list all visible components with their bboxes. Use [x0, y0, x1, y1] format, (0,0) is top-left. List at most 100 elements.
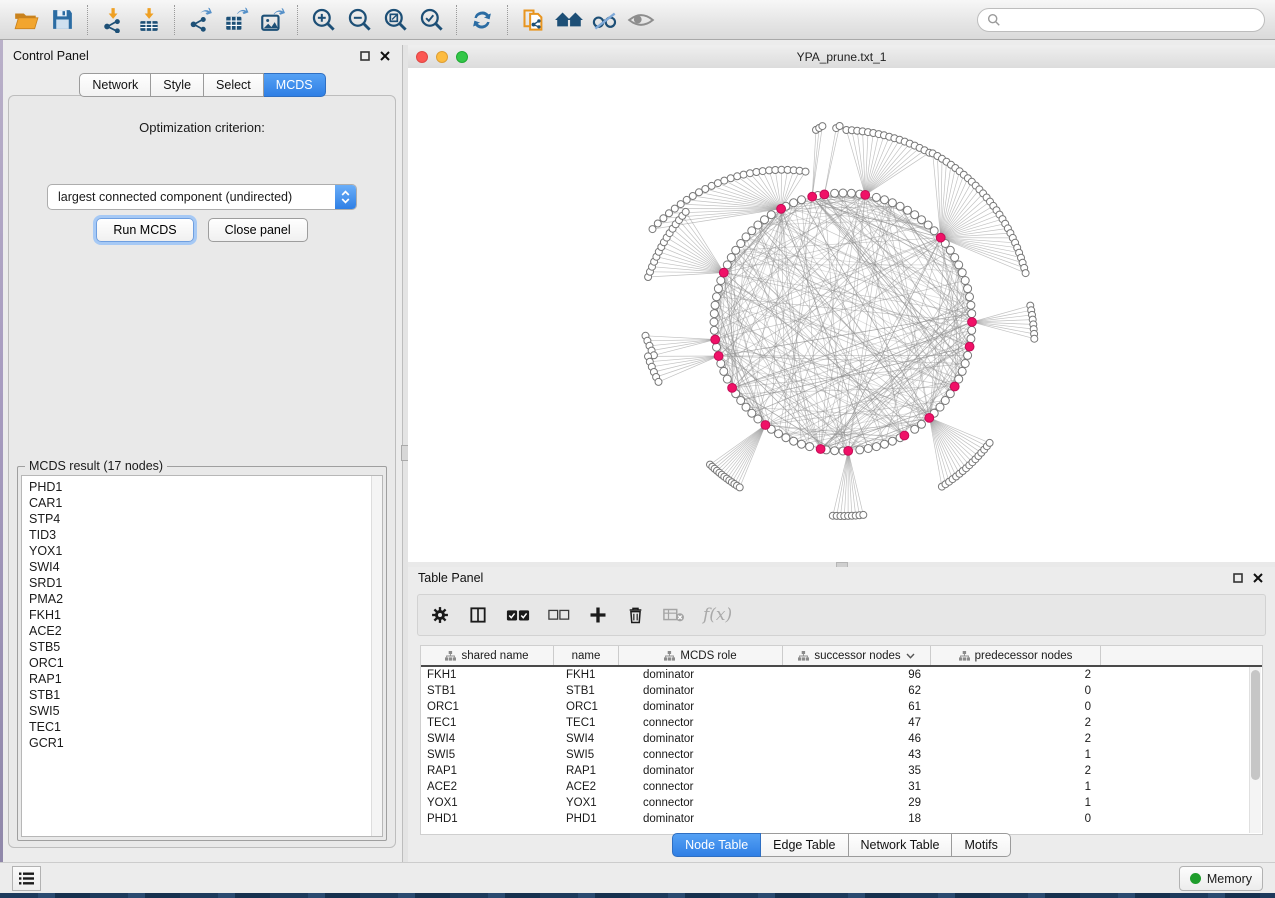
mcds-result-item[interactable]: ORC1: [29, 655, 382, 671]
column-label: shared name: [461, 650, 528, 662]
table-panel-header: Table Panel: [408, 567, 1275, 589]
deselect-all-button[interactable]: [548, 608, 570, 622]
zoom-out-button[interactable]: [341, 3, 377, 37]
zoom-in-button[interactable]: [305, 3, 341, 37]
clone-network-button[interactable]: [515, 3, 551, 37]
mcds-result-item[interactable]: SRD1: [29, 575, 382, 591]
table-settings-button[interactable]: [430, 605, 450, 625]
export-network-button[interactable]: [182, 3, 218, 37]
run-mcds-button[interactable]: Run MCDS: [96, 218, 193, 242]
search-input[interactable]: [1007, 12, 1255, 28]
table-row[interactable]: FKH1FKH1dominator962: [421, 667, 1262, 683]
open-file-button[interactable]: [8, 3, 44, 37]
export-image-button[interactable]: [254, 3, 290, 37]
table-cell: 47: [783, 717, 931, 729]
float-panel-icon[interactable]: [1231, 571, 1245, 585]
column-type-icon: [798, 651, 809, 661]
memory-button[interactable]: Memory: [1179, 866, 1263, 891]
table-panel-title: Table Panel: [418, 571, 483, 585]
close-panel-icon[interactable]: [1251, 571, 1265, 585]
mcds-result-item[interactable]: ACE2: [29, 623, 382, 639]
show-all-button[interactable]: [551, 3, 587, 37]
table-row[interactable]: STB1STB1dominator620: [421, 683, 1262, 699]
column-header-shared-name[interactable]: shared name: [421, 646, 554, 665]
mcds-result-item[interactable]: YOX1: [29, 543, 382, 559]
column-header-name[interactable]: name: [554, 646, 619, 665]
column-type-icon: [664, 651, 675, 661]
tab-style[interactable]: Style: [151, 73, 204, 97]
mcds-result-item[interactable]: STP4: [29, 511, 382, 527]
column-header-mcds-role[interactable]: MCDS role: [619, 646, 783, 665]
import-table-button[interactable]: [131, 3, 167, 37]
tab-network[interactable]: Network: [79, 73, 151, 97]
select-all-button[interactable]: [506, 607, 530, 623]
table-cell: 0: [931, 701, 1101, 713]
mcds-result-item[interactable]: SWI4: [29, 559, 382, 575]
table-cell: 35: [783, 765, 931, 777]
import-network-button[interactable]: [95, 3, 131, 37]
add-row-button[interactable]: [588, 605, 608, 625]
zoom-selected-button[interactable]: [413, 3, 449, 37]
table-scrollbar[interactable]: [1249, 667, 1261, 833]
mcds-result-item[interactable]: STB5: [29, 639, 382, 655]
zoom-fit-button[interactable]: [377, 3, 413, 37]
show-hidden-button[interactable]: [623, 3, 659, 37]
table-row[interactable]: SWI4SWI4dominator462: [421, 731, 1262, 747]
table-row[interactable]: ACE2ACE2connector311: [421, 779, 1262, 795]
table-tabs: Node TableEdge TableNetwork TableMotifs: [672, 833, 1011, 857]
toolbar-separator: [456, 5, 457, 35]
search-box[interactable]: [977, 8, 1265, 32]
network-graph[interactable]: [408, 68, 1275, 562]
table-cell: 61: [783, 701, 931, 713]
optimization-criterion-select[interactable]: largest connected component (undirected): [47, 184, 357, 210]
mcds-list-scrollbar[interactable]: [371, 476, 382, 836]
mcds-result-item[interactable]: SWI5: [29, 703, 382, 719]
mcds-result-item[interactable]: PHD1: [29, 479, 382, 495]
task-history-button[interactable]: [12, 866, 41, 891]
column-label: MCDS role: [680, 650, 736, 662]
refresh-button[interactable]: [464, 3, 500, 37]
table-row[interactable]: SWI5SWI5connector431: [421, 747, 1262, 763]
scrollbar-thumb[interactable]: [1251, 670, 1260, 780]
network-canvas[interactable]: [408, 68, 1275, 562]
search-icon: [987, 13, 1001, 27]
mcds-result-item[interactable]: FKH1: [29, 607, 382, 623]
save-session-button[interactable]: [44, 3, 80, 37]
tab-select[interactable]: Select: [204, 73, 264, 97]
tab-edge-table[interactable]: Edge Table: [761, 833, 848, 857]
float-panel-icon[interactable]: [358, 49, 372, 63]
table-row[interactable]: TEC1TEC1connector472: [421, 715, 1262, 731]
column-header-successor-nodes[interactable]: successor nodes: [783, 646, 931, 665]
table-row[interactable]: RAP1RAP1dominator352: [421, 763, 1262, 779]
table-row[interactable]: PHD1PHD1dominator180: [421, 811, 1262, 827]
toolbar-separator: [507, 5, 508, 35]
table-cell: 1: [931, 781, 1101, 793]
mcds-result-item[interactable]: PMA2: [29, 591, 382, 607]
mcds-result-list[interactable]: PHD1CAR1STP4TID3YOX1SWI4SRD1PMA2FKH1ACE2…: [21, 475, 383, 837]
mcds-result-item[interactable]: RAP1: [29, 671, 382, 687]
list-icon: [19, 872, 34, 885]
table-row[interactable]: YOX1YOX1connector291: [421, 795, 1262, 811]
optimization-criterion-value: largest connected component (undirected): [48, 190, 335, 204]
delete-button[interactable]: [626, 605, 645, 625]
table-cell: PHD1: [554, 813, 619, 825]
mcds-result-item[interactable]: CAR1: [29, 495, 382, 511]
table-row[interactable]: ORC1ORC1dominator610: [421, 699, 1262, 715]
column-header-predecessor-nodes[interactable]: predecessor nodes: [931, 646, 1101, 665]
tab-network-table[interactable]: Network Table: [849, 833, 953, 857]
show-columns-button[interactable]: [468, 605, 488, 625]
tab-node-table[interactable]: Node Table: [672, 833, 761, 857]
mcds-result-item[interactable]: TEC1: [29, 719, 382, 735]
mcds-result-item[interactable]: TID3: [29, 527, 382, 543]
hide-selected-button[interactable]: [587, 3, 623, 37]
mcds-result-item[interactable]: GCR1: [29, 735, 382, 751]
table-cell: 62: [783, 685, 931, 697]
function-builder-button[interactable]: f(x): [703, 605, 732, 625]
close-panel-icon[interactable]: [378, 49, 392, 63]
tab-mcds[interactable]: MCDS: [264, 73, 326, 97]
delete-table-button[interactable]: [663, 607, 685, 623]
tab-motifs[interactable]: Motifs: [952, 833, 1010, 857]
export-table-button[interactable]: [218, 3, 254, 37]
close-panel-button[interactable]: Close panel: [208, 218, 308, 242]
mcds-result-item[interactable]: STB1: [29, 687, 382, 703]
